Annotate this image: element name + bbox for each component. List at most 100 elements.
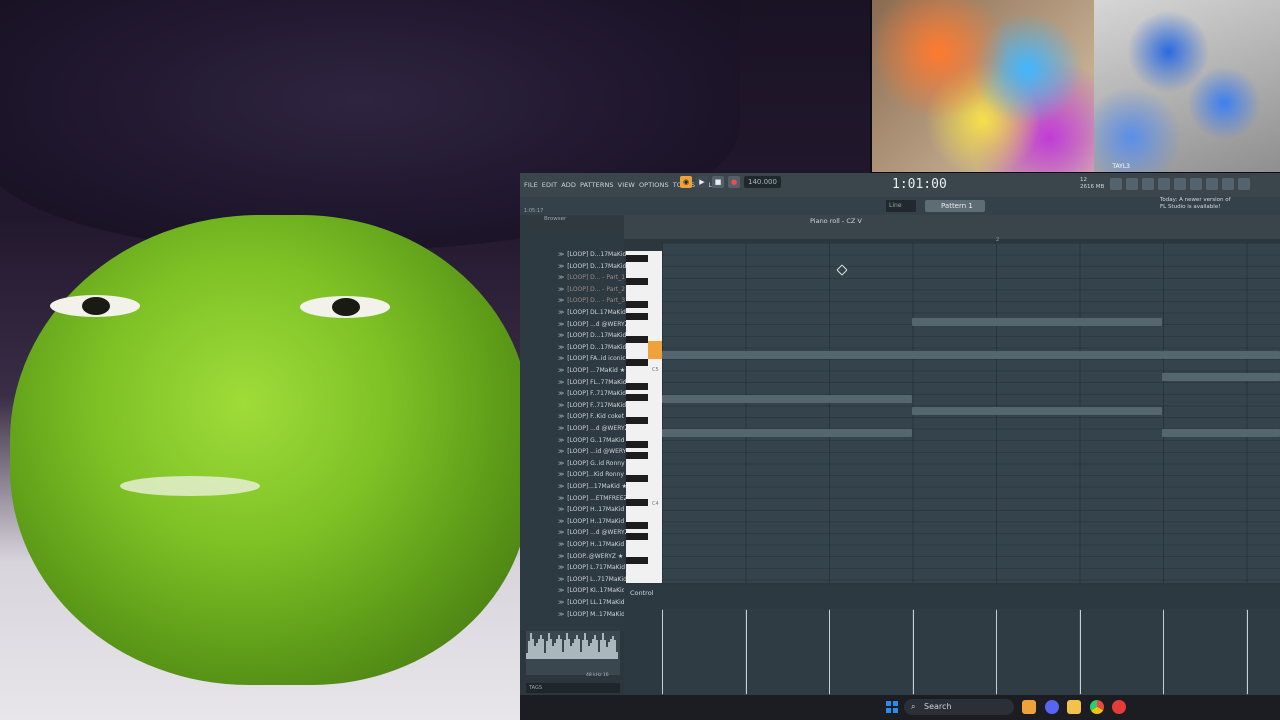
browser-item[interactable]: ≫ [LOOP] L..717MaKid [558, 574, 627, 585]
velocity-bar[interactable] [1079, 610, 1081, 694]
browser-item[interactable]: ≫ [LOOP] ...id @WERYZ [558, 446, 630, 457]
browser-item[interactable]: ≫ [LOOP] G..17MaKid [558, 435, 624, 446]
velocity-bar[interactable] [662, 610, 663, 694]
piano-keyboard[interactable]: C5 C4 [626, 251, 662, 583]
menu-edit[interactable]: EDIT [542, 181, 557, 189]
sample-waveform-preview[interactable] [526, 631, 620, 675]
velocity-bar[interactable] [745, 610, 747, 694]
velocity-bar[interactable] [829, 610, 830, 694]
browser-item[interactable]: ≫ [LOOP] D...17MaKid [558, 249, 626, 260]
browser-item[interactable]: ≫ [LOOP]...Kid Ronny [558, 469, 624, 480]
fl-studio-taskbar-icon[interactable] [1022, 700, 1036, 714]
menu-patterns[interactable]: PATTERNS [580, 181, 614, 189]
browser-item[interactable]: ≫ [LOOP] DL.17MaKid [558, 307, 626, 318]
midi-note[interactable] [1162, 373, 1280, 381]
menu-options[interactable]: OPTIONS [639, 181, 669, 189]
black-key[interactable] [626, 452, 648, 460]
loop-icon[interactable] [1110, 178, 1122, 190]
taskbar-search[interactable]: ⌕ Search [904, 699, 1014, 715]
browser-item[interactable]: ≫ [LOOP] ...d @WERYZ [558, 527, 629, 538]
midi-note[interactable] [662, 429, 912, 437]
menu-view[interactable]: VIEW [618, 181, 635, 189]
midi-note[interactable] [912, 407, 1162, 415]
midi-note[interactable] [1162, 429, 1280, 437]
browser-item[interactable]: ≫ [LOOP] D... - Part_1 [558, 272, 625, 283]
browser-item[interactable]: ≫ [LOOP] F..717MaKid [558, 388, 626, 399]
browser-item[interactable]: ≫ [LOOP..@WERYZ ★ [558, 551, 623, 562]
black-key[interactable] [626, 301, 648, 309]
browser-item[interactable]: ≫ [LOOP] H..17MaKid [558, 516, 624, 527]
midi-note[interactable] [912, 318, 1162, 326]
note-grid[interactable] [662, 243, 1280, 583]
browser-item[interactable]: ≫ [LOOP] H..17MaKid [558, 504, 624, 515]
time-display[interactable]: 1:01:00 [892, 177, 947, 192]
browser-item[interactable]: ≫ [LOOP] ...d @WERYZ [558, 423, 629, 434]
black-key[interactable] [626, 440, 648, 448]
browser-item[interactable]: ≫ [LOOP]...17MaKid ★ [558, 481, 627, 492]
browser-item[interactable]: ≫ [LOOP] D... - Part_2 [558, 284, 625, 295]
browser-item[interactable]: ≫ [LOOP] D...17MaKid [558, 330, 626, 341]
info-icon[interactable] [1222, 178, 1234, 190]
black-key[interactable] [626, 498, 648, 506]
black-key[interactable] [626, 255, 648, 262]
black-key[interactable] [626, 313, 648, 320]
control-label[interactable]: Control [630, 589, 654, 597]
mixer-icon[interactable] [1174, 178, 1186, 190]
browser-item[interactable]: ≫ [LOOP] LL.17MaKid [558, 597, 625, 608]
black-key[interactable] [626, 394, 648, 402]
browser-item[interactable]: ≫ [LOOP] D...17MaKid [558, 261, 626, 272]
browser-item[interactable]: ≫ [LOOP] D...17MaKid [558, 342, 626, 353]
browser-item[interactable]: ≫ [LOOP] KI..17MaKid [558, 585, 625, 596]
record-button[interactable]: ● [728, 176, 740, 188]
app-taskbar-icon[interactable] [1112, 700, 1126, 714]
play-button[interactable]: ▶ [696, 176, 708, 188]
plugin-icon[interactable] [1206, 178, 1218, 190]
browser-item[interactable]: ≫ [LOOP] L.717MaKid [558, 562, 625, 573]
browser-item[interactable]: ≫ [LOOP] H..17MaKid [558, 539, 624, 550]
black-key[interactable] [626, 417, 648, 425]
pattern-song-toggle[interactable]: ◉ [680, 176, 692, 188]
discord-taskbar-icon[interactable] [1045, 700, 1059, 714]
browser-item[interactable]: ≫ [LOOP] G..id Ronny [558, 458, 625, 469]
black-key[interactable] [626, 382, 648, 390]
browser-item[interactable]: ≫ [LOOP] D... - Part_3 [558, 295, 625, 306]
help-icon[interactable] [1142, 178, 1154, 190]
windows-start-icon[interactable] [886, 701, 898, 713]
black-key[interactable] [626, 359, 648, 367]
menu-file[interactable]: FILE [524, 181, 538, 189]
browser-item[interactable]: ≫ [LOOP] F..Kid coket [558, 411, 624, 422]
velocity-bar[interactable] [996, 610, 997, 694]
chrome-taskbar-icon[interactable] [1090, 700, 1104, 714]
velocity-bar[interactable] [912, 610, 914, 694]
browser-item[interactable]: ≫ [LOOP] FL..77MaKid [558, 377, 627, 388]
piano-roll-title[interactable]: Piano roll - CZ V [810, 217, 862, 225]
velocity-bar[interactable] [1163, 610, 1164, 694]
tools-icon[interactable] [1126, 178, 1138, 190]
black-key[interactable] [626, 336, 648, 344]
midi-note[interactable] [662, 395, 912, 403]
download-icon[interactable] [1238, 178, 1250, 190]
black-key[interactable] [626, 533, 648, 541]
tempo-display[interactable]: 140.000 [744, 176, 781, 188]
channel-rack-icon[interactable] [1190, 178, 1202, 190]
stop-button[interactable]: ■ [712, 176, 724, 188]
tags-field[interactable]: TAGS [526, 683, 620, 693]
browser-item[interactable]: ≫ [LOOP] ...7MaKid ★ [558, 365, 625, 376]
browser-item[interactable]: ≫ [LOOP] ...ETMFREEZE [558, 493, 632, 504]
black-key[interactable] [626, 475, 648, 483]
browser-item[interactable]: ≫ [LOOP] ...d @WERYZ [558, 319, 629, 330]
snap-selector[interactable]: Line [886, 200, 916, 212]
browser-item[interactable]: ≫ [LOOP] M..17MaKid [558, 609, 625, 620]
pattern-selector[interactable]: Pattern 1 [925, 200, 985, 212]
midi-note[interactable] [1162, 351, 1280, 359]
menu-add[interactable]: ADD [561, 181, 576, 189]
file-explorer-taskbar-icon[interactable] [1067, 700, 1081, 714]
black-key[interactable] [626, 556, 648, 564]
browser-item[interactable]: ≫ [LOOP] F..717MaKid [558, 400, 626, 411]
velocity-lane[interactable] [662, 609, 1280, 695]
update-notice[interactable]: Today: A newer version of FL Studio is a… [1160, 197, 1231, 211]
midi-note[interactable] [662, 351, 1162, 359]
black-key[interactable] [626, 521, 648, 529]
black-key[interactable] [626, 278, 648, 286]
mic-icon[interactable] [1158, 178, 1170, 190]
